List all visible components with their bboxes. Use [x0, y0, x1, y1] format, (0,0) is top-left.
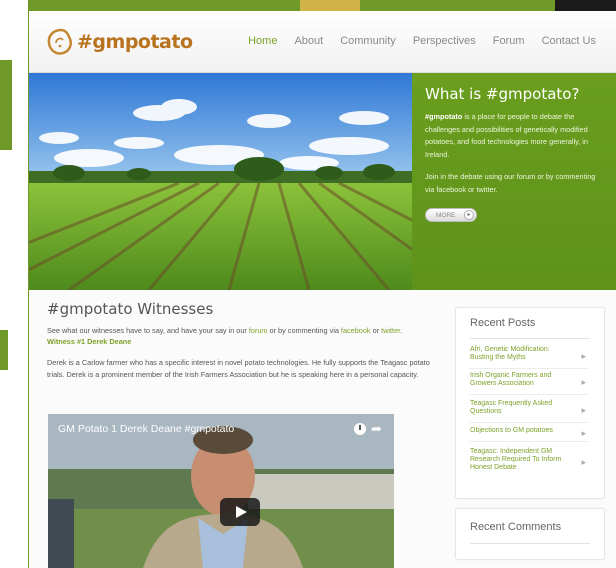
- recent-post-item[interactable]: Objections to GM potatoes ▸: [470, 427, 588, 442]
- recent-post-item[interactable]: Irish Organic Farmers and Growers Associ…: [470, 372, 588, 395]
- chevron-right-icon: ▸: [581, 428, 586, 438]
- recent-post-item[interactable]: Teagasc: Independent GM Research Require…: [470, 448, 588, 478]
- arrow-right-icon: ▸: [464, 210, 474, 220]
- intro-text: .: [400, 326, 403, 335]
- chevron-right-icon: ▸: [581, 457, 586, 467]
- facebook-link[interactable]: facebook: [341, 326, 371, 335]
- share-icon[interactable]: ➦: [371, 421, 382, 437]
- hero-description-bold: #gmpotato: [425, 112, 463, 121]
- watch-later-icon[interactable]: [354, 423, 366, 435]
- site-logo[interactable]: #gmpotato: [45, 25, 193, 59]
- twitter-link[interactable]: twitter: [381, 326, 400, 335]
- recent-post-link[interactable]: Afri, Genetic Modification: Busting the …: [470, 346, 570, 362]
- nav-community[interactable]: Community: [340, 35, 396, 47]
- recent-post-link[interactable]: Teagasc Frequently Asked Questions: [470, 400, 570, 416]
- video-title: GM Potato 1 Derek Deane #gmpotato: [58, 423, 235, 435]
- chevron-right-icon: ▸: [581, 351, 586, 361]
- recent-post-item[interactable]: Afri, Genetic Modification: Busting the …: [470, 346, 588, 369]
- hero-section: What is #gmpotato? #gmpotato is a place …: [29, 73, 616, 290]
- intro-text: or: [370, 326, 382, 335]
- intro-text: or by commenting via: [267, 326, 341, 335]
- recent-post-item[interactable]: Teagasc Frequently Asked Questions ▸: [470, 400, 588, 423]
- intro-text: See what our witnesses have to say, and …: [47, 326, 249, 335]
- witness-description: Derek is a Carlow farmer who has a speci…: [47, 358, 430, 379]
- main-nav: Home About Community Perspectives Forum …: [231, 35, 596, 47]
- divider: [470, 543, 590, 544]
- background-accent: [0, 60, 12, 150]
- recent-comments-title: Recent Comments: [470, 521, 562, 533]
- nav-perspectives[interactable]: Perspectives: [413, 35, 476, 47]
- play-icon[interactable]: [220, 498, 260, 526]
- hero-panel: What is #gmpotato? #gmpotato is a place …: [412, 73, 616, 290]
- witness-heading: Witness #1 Derek Deane: [47, 337, 132, 346]
- forum-link[interactable]: forum: [249, 326, 268, 335]
- hero-description: #gmpotato is a place for people to debat…: [425, 111, 605, 161]
- more-button[interactable]: MORE ▸: [425, 208, 477, 222]
- recent-post-link[interactable]: Irish Organic Farmers and Growers Associ…: [470, 372, 570, 388]
- chevron-right-icon: ▸: [581, 405, 586, 415]
- recent-comments-widget: Recent Comments: [455, 508, 605, 560]
- page-title: #gmpotato Witnesses: [47, 300, 214, 318]
- video-player[interactable]: GM Potato 1 Derek Deane #gmpotato ➦: [48, 414, 394, 568]
- potato-field-image: [29, 73, 412, 290]
- nav-forum[interactable]: Forum: [493, 35, 525, 47]
- hero-join-text: Join in the debate using our forum or by…: [425, 172, 596, 194]
- divider: [470, 338, 590, 339]
- chevron-right-icon: ▸: [581, 377, 586, 387]
- recent-post-link[interactable]: Teagasc: Independent GM Research Require…: [470, 448, 570, 472]
- witness-intro: See what our witnesses have to say, and …: [47, 325, 427, 347]
- recent-posts-widget: Recent Posts Afri, Genetic Modification:…: [455, 307, 605, 499]
- site-header: #gmpotato Home About Community Perspecti…: [29, 11, 616, 73]
- potato-logo-icon: [45, 27, 75, 57]
- nav-contact[interactable]: Contact Us: [542, 35, 596, 47]
- logo-text: #gmpotato: [77, 31, 193, 53]
- hero-title: What is #gmpotato?: [425, 85, 580, 103]
- more-button-label: MORE: [436, 211, 456, 219]
- background-accent: [0, 330, 8, 370]
- nav-home[interactable]: Home: [248, 35, 277, 47]
- background-left-strip: [0, 0, 28, 568]
- recent-post-link[interactable]: Objections to GM potatoes: [470, 427, 570, 435]
- site-window: #gmpotato Home About Community Perspecti…: [29, 11, 616, 568]
- nav-about[interactable]: About: [294, 35, 323, 47]
- recent-posts-title: Recent Posts: [470, 317, 536, 329]
